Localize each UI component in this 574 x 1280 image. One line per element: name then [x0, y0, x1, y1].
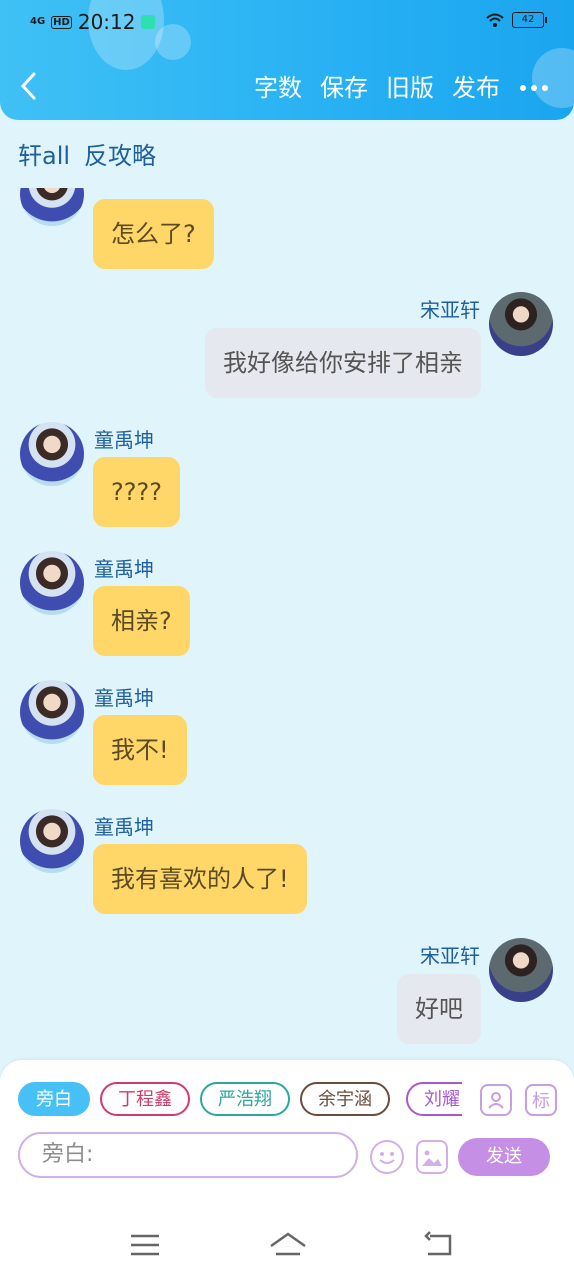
- more-button[interactable]: [518, 70, 550, 118]
- image-icon: [422, 1150, 442, 1166]
- avatar[interactable]: [489, 292, 553, 356]
- sender-name: 童禹坤: [94, 428, 154, 452]
- avatar[interactable]: [489, 938, 553, 1002]
- message-bubble[interactable]: 相亲?: [93, 586, 190, 656]
- chip-overflow: 刘耀: [406, 1082, 462, 1116]
- chat-message: 怎么了?: [0, 188, 574, 278]
- app-header: 4G HD 20:12 42 字数 保存 旧版 发布: [0, 0, 574, 120]
- chip-character[interactable]: 严浩翔: [200, 1082, 290, 1116]
- nav-bar: 字数 保存 旧版 发布: [0, 62, 574, 118]
- chat-message: 宋亚轩 我好像给你安排了相亲: [0, 292, 574, 402]
- person-icon: [488, 1092, 504, 1109]
- system-back-button[interactable]: [422, 1230, 456, 1260]
- system-navigation-bar: [0, 1212, 574, 1280]
- message-bubble[interactable]: 我好像给你安排了相亲: [205, 328, 481, 398]
- avatar[interactable]: [20, 188, 84, 226]
- chat-area[interactable]: 怎么了? 宋亚轩 我好像给你安排了相亲 童禹坤 ???? 童禹坤 相亲? 童禹坤…: [0, 188, 574, 1058]
- chip-narration[interactable]: 旁白: [18, 1082, 90, 1116]
- chat-message: 童禹坤 我有喜欢的人了!: [0, 809, 574, 919]
- home-button[interactable]: [268, 1230, 308, 1260]
- network-indicator: 4G: [30, 16, 46, 27]
- battery-indicator: 42: [512, 12, 547, 28]
- chevron-left-icon: [20, 72, 36, 100]
- word-count-button[interactable]: 字数: [254, 70, 302, 118]
- message-bubble[interactable]: ????: [93, 457, 180, 527]
- title-part-2: 反攻略: [84, 142, 157, 170]
- chat-message: 童禹坤 ????: [0, 422, 574, 532]
- status-bar: 4G HD 20:12 42: [0, 0, 574, 44]
- old-version-button[interactable]: 旧版: [386, 70, 434, 118]
- title-part-1: 轩all: [18, 142, 71, 170]
- send-button[interactable]: 发送: [458, 1138, 550, 1176]
- chip-character[interactable]: 丁程鑫: [100, 1082, 190, 1116]
- back-button[interactable]: [18, 70, 48, 106]
- publish-button[interactable]: 发布: [452, 70, 500, 118]
- sender-name: 童禹坤: [94, 815, 154, 839]
- home-network-icon: [141, 15, 156, 29]
- emoji-button[interactable]: [370, 1140, 404, 1174]
- message-bubble[interactable]: 怎么了?: [93, 199, 214, 269]
- story-title: 轩all 反攻略: [18, 136, 156, 171]
- wifi-icon: [486, 13, 504, 27]
- character-chips: 旁白 丁程鑫 严浩翔 余宇涵: [18, 1082, 390, 1116]
- image-button[interactable]: [416, 1140, 448, 1174]
- sender-name: 童禹坤: [94, 686, 154, 710]
- chip-character[interactable]: 刘耀: [406, 1082, 462, 1116]
- avatar[interactable]: [20, 422, 84, 486]
- clock: 20:12: [77, 10, 136, 34]
- menu-button[interactable]: [128, 1230, 162, 1260]
- message-bubble[interactable]: 我不!: [93, 715, 187, 785]
- sender-name: 宋亚轩: [420, 298, 480, 322]
- avatar[interactable]: [20, 680, 84, 744]
- emoji-icon: [379, 1152, 395, 1164]
- home-icon: [270, 1232, 306, 1256]
- back-icon: [424, 1231, 452, 1256]
- contact-button[interactable]: [480, 1084, 512, 1116]
- sender-name: 宋亚轩: [420, 944, 480, 968]
- tag-button[interactable]: 标: [525, 1084, 557, 1116]
- sender-name: 童禹坤: [94, 557, 154, 581]
- chat-message: 童禹坤 相亲?: [0, 551, 574, 661]
- chat-message: 童禹坤 我不!: [0, 680, 574, 790]
- message-input[interactable]: 旁白:: [18, 1132, 358, 1178]
- chip-character[interactable]: 余宇涵: [300, 1082, 390, 1116]
- avatar[interactable]: [20, 809, 84, 873]
- more-dots-icon: [520, 85, 548, 91]
- chat-message: 宋亚轩 好吧: [0, 938, 574, 1048]
- hd-indicator: HD: [51, 15, 72, 29]
- message-bubble[interactable]: 好吧: [397, 974, 481, 1044]
- message-bubble[interactable]: 我有喜欢的人了!: [93, 844, 307, 914]
- save-button[interactable]: 保存: [320, 70, 368, 118]
- avatar[interactable]: [20, 551, 84, 615]
- composer-panel: 旁白 丁程鑫 严浩翔 余宇涵 刘耀 标 旁白: 发送: [0, 1060, 574, 1212]
- menu-icon: [131, 1234, 159, 1256]
